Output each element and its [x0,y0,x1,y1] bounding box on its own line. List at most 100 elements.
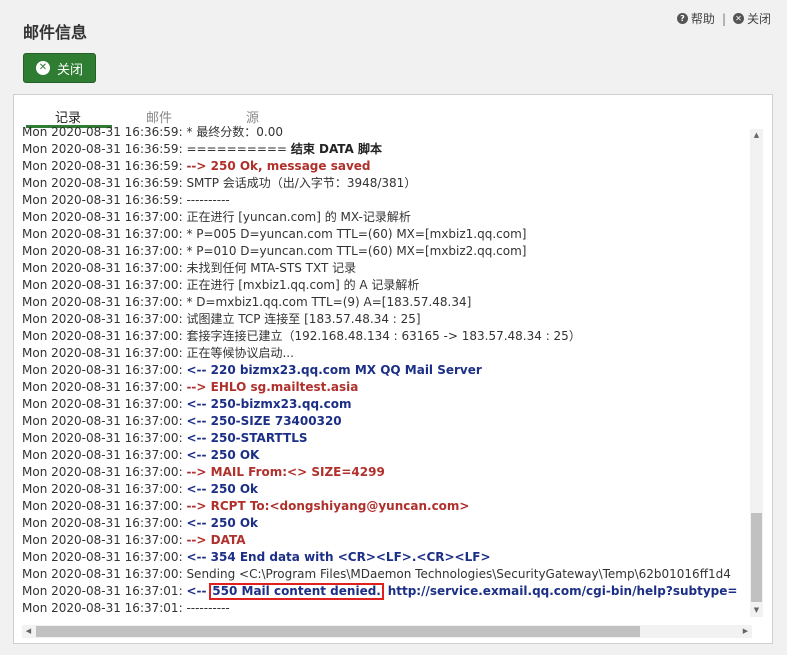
log-line: Mon 2020-08-31 16:37:00: 未找到任何 MTA-STS T… [22,260,752,277]
log-message: SMTP 会话成功（出/入字节：3948/381） [186,176,417,190]
log-message: 正在等候协议启动... [186,346,294,360]
log-content[interactable]: Mon 2020-08-31 16:36:59: * 最终分数：0.00 Mon … [22,124,752,624]
log-message-extra: 结束 DATA 脚本 [290,142,383,156]
log-line: Mon 2020-08-31 16:36:59: --> 250 Ok, mes… [22,158,752,175]
log-timestamp: Mon 2020-08-31 16:37:00: [22,244,183,258]
log-line: Mon 2020-08-31 16:37:00: --> RCPT To:<do… [22,498,752,515]
scroll-right-icon[interactable]: ▶ [739,625,752,638]
log-line: Mon 2020-08-31 16:37:00: * D=mxbiz1.qq.c… [22,294,752,311]
top-close-link[interactable]: ✕ 关闭 [732,10,771,27]
log-line: Mon 2020-08-31 16:37:00: <-- 250 OK [22,447,752,464]
log-line: Mon 2020-08-31 16:37:00: Sending <C:\Pro… [22,566,752,583]
log-timestamp: Mon 2020-08-31 16:37:00: [22,431,183,445]
log-message: ========== [186,142,287,156]
top-links-separator: | [721,11,726,26]
log-message: --> MAIL From:<> SIZE=4299 [186,465,385,479]
log-line: Mon 2020-08-31 16:37:00: <-- 354 End dat… [22,549,752,566]
log-line: Mon 2020-08-31 16:37:00: <-- 250 Ok [22,481,752,498]
log-message: --> EHLO sg.mailtest.asia [186,380,359,394]
dialog-title: 邮件信息 [23,23,88,42]
log-line: Mon 2020-08-31 16:36:59: * 最终分数：0.00 [22,124,752,141]
log-message: <-- 250 OK [186,448,260,462]
log-line: Mon 2020-08-31 16:36:59: SMTP 会话成功（出/入字节… [22,175,752,192]
log-line: Mon 2020-08-31 16:37:00: <-- 250-SIZE 73… [22,413,752,430]
log-message-extra: http://service.exmail.qq.com/cgi-bin/hel… [387,584,738,598]
log-line: Mon 2020-08-31 16:37:01: ---------- [22,600,752,617]
log-timestamp: Mon 2020-08-31 16:37:00: [22,261,183,275]
log-timestamp: Mon 2020-08-31 16:37:00: [22,329,183,343]
top-links: ? 帮助 | ✕ 关闭 [676,10,771,27]
scroll-up-icon[interactable]: ▲ [750,129,763,142]
log-message: <-- 250-bizmx23.qq.com [186,397,352,411]
log-line: Mon 2020-08-31 16:37:00: --> EHLO sg.mai… [22,379,752,396]
log-timestamp: Mon 2020-08-31 16:36:59: [22,193,183,207]
log-timestamp: Mon 2020-08-31 16:37:00: [22,346,183,360]
log-message: <-- 250 Ok [186,516,259,530]
question-circle-icon: ? [676,13,688,24]
log-timestamp: Mon 2020-08-31 16:37:01: [22,584,183,598]
scroll-down-icon[interactable]: ▼ [750,604,763,617]
log-timestamp: Mon 2020-08-31 16:37:00: [22,312,183,326]
log-message: <-- 354 End data with <CR><LF>.<CR><LF> [186,550,491,564]
log-line: Mon 2020-08-31 16:36:59: ---------- [22,192,752,209]
log-timestamp: Mon 2020-08-31 16:36:59: [22,125,183,139]
log-message: <-- 220 bizmx23.qq.com MX QQ Mail Server [186,363,482,377]
log-message: 未找到任何 MTA-STS TXT 记录 [186,261,357,275]
log-message: <-- 250-SIZE 73400320 [186,414,342,428]
log-timestamp: Mon 2020-08-31 16:37:00: [22,465,183,479]
log-timestamp: Mon 2020-08-31 16:37:00: [22,448,183,462]
log-line: Mon 2020-08-31 16:37:00: <-- 250-bizmx23… [22,396,752,413]
horizontal-scroll-thumb[interactable] [36,626,640,637]
log-line: Mon 2020-08-31 16:37:00: <-- 220 bizmx23… [22,362,752,379]
log-timestamp: Mon 2020-08-31 16:36:59: [22,159,183,173]
log-message: 试图建立 TCP 连接至 [183.57.48.34 : 25] [186,312,421,326]
scroll-left-icon[interactable]: ◀ [22,625,35,638]
log-timestamp: Mon 2020-08-31 16:37:00: [22,499,183,513]
log-line: Mon 2020-08-31 16:37:00: 试图建立 TCP 连接至 [1… [22,311,752,328]
log-timestamp: Mon 2020-08-31 16:36:59: [22,176,183,190]
log-timestamp: Mon 2020-08-31 16:37:00: [22,278,183,292]
log-timestamp: Mon 2020-08-31 16:37:00: [22,210,183,224]
log-line: Mon 2020-08-31 16:37:00: 套接字连接已建立（192.16… [22,328,752,345]
log-line: Mon 2020-08-31 16:37:00: * P=010 D=yunca… [22,243,752,260]
log-timestamp: Mon 2020-08-31 16:37:00: [22,482,183,496]
top-close-link-label: 关闭 [746,12,771,26]
help-link[interactable]: ? 帮助 [676,10,715,27]
log-timestamp: Mon 2020-08-31 16:37:00: [22,533,183,547]
log-timestamp: Mon 2020-08-31 16:37:00: [22,567,183,581]
horizontal-scrollbar[interactable]: ◀ ▶ [22,625,752,638]
log-message: * D=mxbiz1.qq.com TTL=(9) A=[183.57.48.3… [186,295,472,309]
log-timestamp: Mon 2020-08-31 16:37:00: [22,550,183,564]
log-message: 正在进行 [mxbiz1.qq.com] 的 A 记录解析 [186,278,420,292]
log-message: --> DATA [186,533,246,547]
denied-message-highlight: 550 Mail content denied. [209,583,384,600]
vertical-scrollbar[interactable]: ▲ ▼ [750,129,763,617]
log-line: Mon 2020-08-31 16:36:59: ========== 结束 D… [22,141,752,158]
log-timestamp: Mon 2020-08-31 16:37:00: [22,380,183,394]
log-message: Sending <C:\Program Files\MDaemon Techno… [186,567,731,581]
log-timestamp: Mon 2020-08-31 16:37:00: [22,397,183,411]
log-panel: 记录 邮件 源 Mon 2020-08-31 16:36:59: * 最终分数：… [13,94,773,644]
log-message: --> 250 Ok, message saved [186,159,371,173]
log-message: <-- 250 Ok [186,482,259,496]
log-line: Mon 2020-08-31 16:37:00: 正在进行 [yuncan.co… [22,209,752,226]
log-line: Mon 2020-08-31 16:37:01: <-- 550 Mail co… [22,583,752,600]
log-timestamp: Mon 2020-08-31 16:37:00: [22,414,183,428]
vertical-scroll-thumb[interactable] [751,513,762,602]
close-button[interactable]: ✕ 关闭 [23,53,96,83]
log-message: * P=005 D=yuncan.com TTL=(60) MX=[mxbiz1… [186,227,527,241]
log-message: <-- 250-STARTTLS [186,431,308,445]
log-line: Mon 2020-08-31 16:37:00: <-- 250 Ok [22,515,752,532]
log-timestamp: Mon 2020-08-31 16:37:01: [22,601,183,615]
close-button-label: 关闭 [56,62,83,78]
log-line: Mon 2020-08-31 16:37:00: 正在进行 [mxbiz1.qq… [22,277,752,294]
log-line: Mon 2020-08-31 16:37:00: --> DATA [22,532,752,549]
log-line: Mon 2020-08-31 16:37:00: * P=005 D=yunca… [22,226,752,243]
log-line: Mon 2020-08-31 16:37:00: <-- 250-STARTTL… [22,430,752,447]
log-message: * 最终分数：0.00 [186,125,283,139]
log-message: 正在进行 [yuncan.com] 的 MX-记录解析 [186,210,411,224]
log-timestamp: Mon 2020-08-31 16:36:59: [22,142,183,156]
log-message: <-- [186,584,207,598]
times-circle-icon: ✕ [732,13,744,24]
log-message: ---------- [186,193,230,207]
